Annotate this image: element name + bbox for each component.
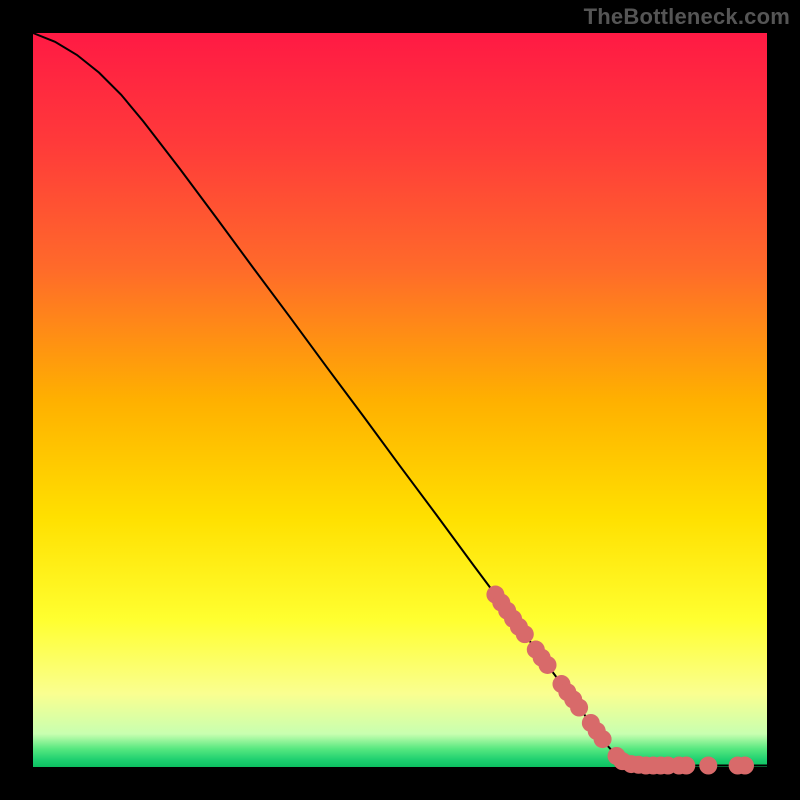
curve-line (33, 33, 767, 766)
plot-area (33, 33, 767, 767)
chart-overlay (33, 33, 767, 767)
chart-frame: TheBottleneck.com (0, 0, 800, 800)
watermark-text: TheBottleneck.com (584, 4, 790, 30)
marker-group (486, 586, 754, 775)
data-marker (539, 656, 557, 674)
data-marker (570, 699, 588, 717)
data-marker (677, 757, 695, 775)
data-marker (699, 757, 717, 775)
data-marker (594, 730, 612, 748)
data-marker (736, 757, 754, 775)
data-marker (516, 625, 534, 643)
